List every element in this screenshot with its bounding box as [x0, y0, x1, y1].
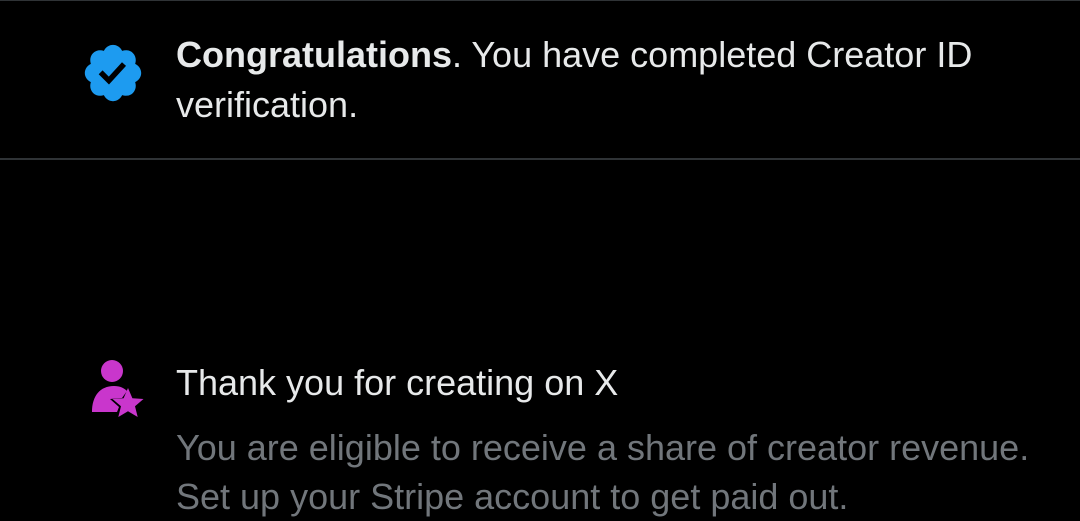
revenue-body: You are eligible to receive a share of c…	[176, 427, 1030, 517]
revenue-title: Thank you for creating on X	[176, 362, 619, 403]
notification-creator-id-verified[interactable]: Congratulations. You have completed Crea…	[0, 0, 1080, 158]
person-star-icon	[86, 358, 146, 418]
notification-creator-revenue[interactable]: Thank you for creating on X You are elig…	[0, 160, 1080, 517]
verified-badge-icon	[80, 40, 146, 106]
verification-message: Congratulations. You have completed Crea…	[176, 30, 1056, 130]
message-bold-lead: Congratulations	[176, 34, 452, 75]
